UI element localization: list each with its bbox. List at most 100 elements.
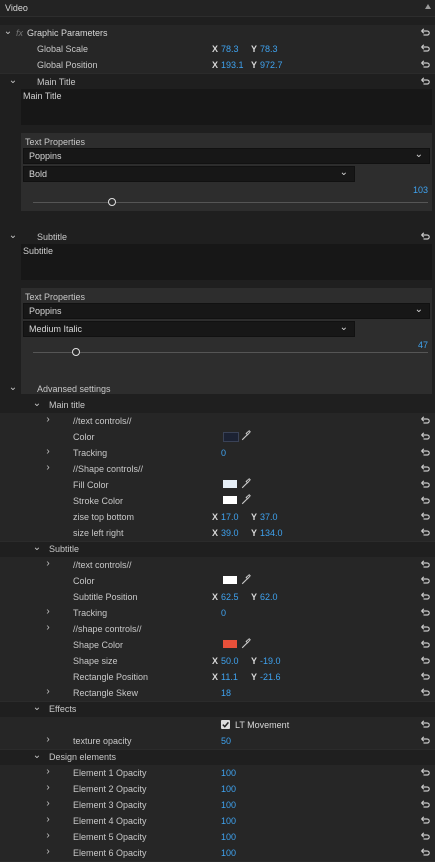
tracking-value[interactable]: 0 <box>221 448 226 458</box>
chevron-right-icon[interactable]: › <box>43 846 53 858</box>
collapse-chevron-icon[interactable]: ⌄ <box>32 398 42 410</box>
chevron-right-icon[interactable]: › <box>43 830 53 842</box>
shape-size-y[interactable]: -19.0 <box>260 656 281 666</box>
chevron-right-icon[interactable]: › <box>43 606 53 618</box>
slider-knob[interactable] <box>108 198 116 206</box>
reset-icon[interactable] <box>421 656 430 664</box>
advanced-section-row[interactable]: ⌄ Advansed settings <box>0 381 435 397</box>
sub-shape-controls-row[interactable]: › //shape controls// <box>0 621 435 638</box>
design-elements-group-row[interactable]: ⌄ Design elements <box>0 749 435 765</box>
collapse-chevron-icon[interactable]: ⌄ <box>8 230 18 242</box>
subtitle-font-dropdown[interactable]: Poppins ⌄ <box>23 303 430 319</box>
effects-group-row[interactable]: ⌄ Effects <box>0 701 435 717</box>
chevron-right-icon[interactable]: › <box>43 734 53 746</box>
reset-icon[interactable] <box>421 432 430 440</box>
collapse-chevron-icon[interactable]: ⌄ <box>32 702 42 714</box>
rectangle-skew-value[interactable]: 18 <box>221 688 231 698</box>
main-title-size-value[interactable]: 103 <box>413 185 428 195</box>
main-title-style-dropdown[interactable]: Bold ⌄ <box>23 166 355 182</box>
fill-color-swatch[interactable] <box>223 480 237 488</box>
reset-icon[interactable] <box>421 416 430 424</box>
eyedropper-icon[interactable] <box>241 638 251 649</box>
reset-icon[interactable] <box>421 784 430 792</box>
sub-tracking-value[interactable]: 0 <box>221 608 226 618</box>
reset-icon[interactable] <box>421 816 430 824</box>
reset-icon[interactable] <box>421 232 430 240</box>
zise-top-bottom-y[interactable]: 37.0 <box>260 512 278 522</box>
subtitle-size-slider[interactable] <box>33 352 428 353</box>
zise-top-bottom-x[interactable]: 17.0 <box>221 512 239 522</box>
reset-icon[interactable] <box>421 688 430 696</box>
sub-text-controls-row[interactable]: › //text controls// <box>0 557 435 574</box>
reset-icon[interactable] <box>421 448 430 456</box>
chevron-right-icon[interactable]: › <box>43 798 53 810</box>
sub-color-swatch[interactable] <box>223 576 237 584</box>
reset-icon[interactable] <box>421 592 430 600</box>
eyedropper-icon[interactable] <box>241 478 251 489</box>
color-swatch[interactable] <box>223 432 239 442</box>
size-left-right-y[interactable]: 134.0 <box>260 528 283 538</box>
chevron-right-icon[interactable]: › <box>43 414 53 426</box>
reset-icon[interactable] <box>421 576 430 584</box>
chevron-right-icon[interactable]: › <box>43 782 53 794</box>
shape-controls-row[interactable]: › //Shape controls// <box>0 461 435 478</box>
collapse-chevron-icon[interactable]: ⌄ <box>8 382 18 394</box>
slider-knob[interactable] <box>72 348 81 356</box>
subtitle-section-row[interactable]: ⌄ Subtitle <box>0 229 435 245</box>
lt-movement-checkbox[interactable] <box>221 720 230 729</box>
reset-icon[interactable] <box>421 624 430 632</box>
shape-color-swatch[interactable] <box>223 640 237 648</box>
reset-icon[interactable] <box>421 480 430 488</box>
chevron-right-icon[interactable]: › <box>43 558 53 570</box>
reset-icon[interactable] <box>421 608 430 616</box>
reset-icon[interactable] <box>421 44 430 52</box>
text-controls-row[interactable]: › //text controls// <box>0 413 435 430</box>
subtitle-position-x[interactable]: 62.5 <box>221 592 239 602</box>
main-title-size-slider[interactable] <box>33 202 428 203</box>
rectangle-position-x[interactable]: 11.1 <box>221 672 238 682</box>
fx-icon[interactable]: fx <box>16 28 23 38</box>
reset-icon[interactable] <box>421 720 430 728</box>
size-left-right-x[interactable]: 39.0 <box>221 528 239 538</box>
global-position-y[interactable]: 972.7 <box>260 60 283 70</box>
eyedropper-icon[interactable] <box>241 494 251 505</box>
reset-icon[interactable] <box>421 512 430 520</box>
main-title-group-row[interactable]: ⌄ Main title <box>0 397 435 413</box>
element-value[interactable]: 100 <box>221 800 236 810</box>
main-title-font-dropdown[interactable]: Poppins ⌄ <box>23 148 430 164</box>
chevron-right-icon[interactable]: › <box>43 686 53 698</box>
reset-icon[interactable] <box>421 832 430 840</box>
rectangle-position-y[interactable]: -21.6 <box>260 672 281 682</box>
element-value[interactable]: 100 <box>221 784 236 794</box>
eyedropper-icon[interactable] <box>241 430 251 441</box>
texture-opacity-value[interactable]: 50 <box>221 736 231 746</box>
collapse-chevron-icon[interactable]: ⌄ <box>8 75 18 87</box>
scroll-up-icon[interactable] <box>425 4 431 9</box>
global-scale-x[interactable]: 78.3 <box>221 44 239 54</box>
subtitle-text-input[interactable]: Subtitle <box>21 244 432 280</box>
main-title-text-input[interactable]: Main Title <box>21 89 432 125</box>
global-position-x[interactable]: 193.1 <box>221 60 244 70</box>
collapse-chevron-icon[interactable]: ⌄ <box>32 750 42 762</box>
collapse-chevron-icon[interactable]: ⌄ <box>32 542 42 554</box>
subtitle-group-row[interactable]: ⌄ Subtitle <box>0 541 435 557</box>
chevron-right-icon[interactable]: › <box>43 622 53 634</box>
reset-icon[interactable] <box>421 768 430 776</box>
subtitle-position-y[interactable]: 62.0 <box>260 592 278 602</box>
reset-icon[interactable] <box>421 528 430 536</box>
reset-icon[interactable] <box>421 28 430 36</box>
reset-icon[interactable] <box>421 848 430 856</box>
element-value[interactable]: 100 <box>221 768 236 778</box>
reset-icon[interactable] <box>421 672 430 680</box>
subtitle-style-dropdown[interactable]: Medium Italic ⌄ <box>23 321 355 337</box>
element-value[interactable]: 100 <box>221 816 236 826</box>
reset-icon[interactable] <box>421 464 430 472</box>
reset-icon[interactable] <box>421 496 430 504</box>
reset-icon[interactable] <box>421 640 430 648</box>
shape-size-x[interactable]: 50.0 <box>221 656 239 666</box>
collapse-chevron-icon[interactable]: ⌄ <box>3 26 13 38</box>
element-value[interactable]: 100 <box>221 832 236 842</box>
chevron-right-icon[interactable]: › <box>43 766 53 778</box>
eyedropper-icon[interactable] <box>241 574 251 585</box>
chevron-right-icon[interactable]: › <box>43 814 53 826</box>
